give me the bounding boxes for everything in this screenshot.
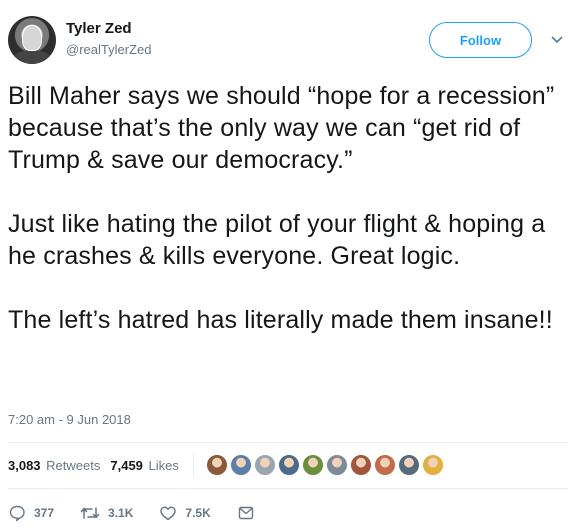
liker-avatar[interactable] xyxy=(205,454,228,476)
retweet-count: 3.1K xyxy=(108,506,134,520)
retweets-stat[interactable]: 3,083 Retweets xyxy=(8,458,100,473)
reply-count: 377 xyxy=(34,506,55,520)
tweet-paragraph: The left’s hatred has literally made the… xyxy=(8,306,553,334)
heart-icon xyxy=(160,506,177,521)
tweet-header: Tyler Zed @realTylerZed Follow xyxy=(0,0,574,76)
tweet-stats: 3,083 Retweets 7,459 Likes xyxy=(8,446,568,484)
tweet-paragraph: Bill Maher says we should “hope for a re… xyxy=(8,82,555,174)
retweets-label: Retweets xyxy=(46,457,101,473)
avatar[interactable] xyxy=(8,16,56,64)
tweet-actions: 377 3.1K 7.5K xyxy=(8,498,568,528)
reply-button[interactable]: 377 xyxy=(8,504,54,522)
tweet-text: Bill Maher says we should “hope for a re… xyxy=(8,80,568,336)
liker-avatar[interactable] xyxy=(397,454,420,476)
retweets-count: 3,083 xyxy=(8,457,41,473)
retweet-button[interactable]: 3.1K xyxy=(80,504,133,522)
liker-avatar[interactable] xyxy=(325,454,348,476)
liker-avatar[interactable] xyxy=(421,454,444,476)
liker-avatar[interactable] xyxy=(373,454,396,476)
like-count: 7.5K xyxy=(185,506,211,520)
like-button[interactable]: 7.5K xyxy=(159,504,211,522)
likes-stat[interactable]: 7,459 Likes xyxy=(110,458,179,473)
avatar-shoulders xyxy=(12,50,52,64)
display-name[interactable]: Tyler Zed xyxy=(66,20,132,37)
avatar-face xyxy=(22,25,42,51)
liker-avatar[interactable] xyxy=(229,454,252,476)
envelope-icon xyxy=(238,506,253,520)
chevron-down-icon[interactable] xyxy=(550,32,564,46)
liker-avatar[interactable] xyxy=(277,454,300,476)
stats-separator xyxy=(192,453,194,477)
retweet-icon xyxy=(80,507,100,519)
reply-icon xyxy=(9,505,25,522)
likes-label: Likes xyxy=(148,457,179,473)
likes-count: 7,459 xyxy=(110,457,143,473)
user-handle[interactable]: @realTylerZed xyxy=(66,42,151,57)
divider xyxy=(8,442,568,443)
divider xyxy=(8,488,568,489)
tweet-timestamp[interactable]: 7:20 am - 9 Jun 2018 xyxy=(8,412,131,427)
liker-avatar[interactable] xyxy=(349,454,372,476)
liker-avatar[interactable] xyxy=(301,454,324,476)
tweet-paragraph: Just like hating the pilot of your fligh… xyxy=(8,210,546,270)
liker-avatars xyxy=(205,454,446,476)
liker-avatar[interactable] xyxy=(253,454,276,476)
follow-button[interactable]: Follow xyxy=(429,22,532,58)
direct-message-button[interactable] xyxy=(237,504,263,522)
